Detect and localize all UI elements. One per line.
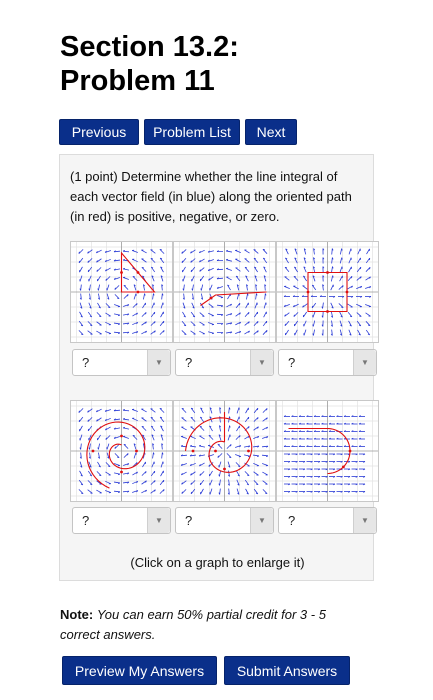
note-label: Note: [60,607,94,622]
chevron-down-icon: ▼ [353,508,376,533]
answer-select-6[interactable]: ? ▼ [278,507,377,534]
answer-actions: Preview My Answers Submit Answers [62,656,350,685]
answer-select-2[interactable]: ? ▼ [175,349,274,376]
graph-2[interactable] [173,241,276,343]
chevron-down-icon: ▼ [147,508,170,533]
answer-select-3[interactable]: ? ▼ [278,349,377,376]
partial-credit-note: Note: You can earn 50% partial credit fo… [60,605,360,645]
problem-text: (1 point) Determine whether the line int… [70,169,352,224]
next-button[interactable]: Next [245,119,297,145]
graph-1[interactable] [70,241,173,343]
graph-3[interactable] [276,241,379,343]
enlarge-hint: (Click on a graph to enlarge it) [130,555,305,570]
page-title: Section 13.2: Problem 11 [60,30,239,98]
graph-2-plot [174,242,275,342]
title-line-1: Section 13.2: [60,31,239,63]
graph-6[interactable] [276,400,379,502]
graph-5[interactable] [173,400,276,502]
answer-select-6-value: ? [288,513,296,528]
graph-6-plot [277,401,378,501]
answer-select-3-value: ? [288,355,296,370]
answer-select-5-value: ? [185,513,193,528]
title-line-2: Problem 11 [60,65,215,97]
answer-select-1-value: ? [82,355,90,370]
answer-select-4[interactable]: ? ▼ [72,507,171,534]
graph-4-plot [71,401,172,501]
answer-select-5[interactable]: ? ▼ [175,507,274,534]
problem-list-button[interactable]: Problem List [144,119,240,145]
graph-4[interactable] [70,400,173,502]
problem-navigation: Previous Problem List Next [59,119,297,145]
submit-answers-button[interactable]: Submit Answers [224,656,350,685]
answer-select-1[interactable]: ? ▼ [72,349,171,376]
chevron-down-icon: ▼ [250,350,273,375]
chevron-down-icon: ▼ [147,350,170,375]
graph-3-plot [277,242,378,342]
chevron-down-icon: ▼ [353,350,376,375]
note-text: You can earn 50% partial credit for 3 - … [60,607,326,642]
answer-select-2-value: ? [185,355,193,370]
previous-button[interactable]: Previous [59,119,139,145]
graph-5-plot [174,401,275,501]
graph-1-plot [71,242,172,342]
answer-select-4-value: ? [82,513,90,528]
chevron-down-icon: ▼ [250,508,273,533]
problem-panel: (1 point) Determine whether the line int… [59,154,379,581]
preview-answers-button[interactable]: Preview My Answers [62,656,217,685]
